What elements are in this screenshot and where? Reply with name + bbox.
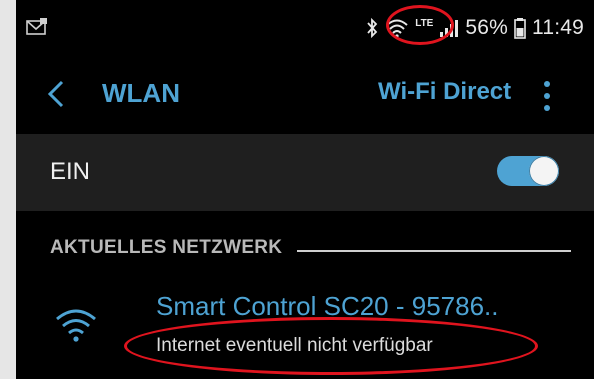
network-type-label: LTE: [415, 17, 434, 29]
section-divider: [297, 250, 571, 252]
more-vertical-icon[interactable]: [537, 78, 557, 112]
cellular-signal-icon: [440, 20, 459, 37]
network-name: Smart Control SC20 - 95786..: [156, 291, 499, 321]
status-icons: LTE 56% 11:49: [365, 14, 584, 42]
current-network-item[interactable]: Smart Control SC20 - 95786.. Internet ev…: [16, 281, 594, 379]
envelope-icon: [26, 18, 47, 35]
section-header: AKTUELLES NETZWERK: [50, 237, 283, 258]
network-status: Internet eventuell nicht verfügbar: [156, 335, 433, 356]
wifi-direct-button[interactable]: Wi-Fi Direct: [378, 78, 511, 106]
clock-time: 11:49: [532, 16, 584, 39]
action-bar: WLAN Wi-Fi Direct: [16, 56, 594, 134]
chevron-left-icon[interactable]: [42, 78, 72, 110]
toggle-knob: [529, 156, 559, 186]
status-bar: LTE 56% 11:49: [16, 0, 594, 56]
wifi-signal-icon: [386, 19, 408, 38]
wifi-icon: [56, 309, 96, 342]
page-title: WLAN: [102, 78, 180, 108]
bluetooth-icon: [367, 17, 378, 39]
wlan-toggle-label: EIN: [50, 158, 91, 185]
current-network-section: AKTUELLES NETZWERK Smart Control SC20 - …: [16, 211, 594, 379]
phone-screen: LTE 56% 11:49 WLAN Wi-Fi Direct EIN AKTU…: [16, 0, 594, 379]
battery-percent: 56%: [465, 16, 508, 39]
wlan-toggle-switch[interactable]: [497, 156, 559, 186]
battery-icon: [514, 18, 526, 39]
wlan-toggle-row[interactable]: EIN: [16, 134, 594, 211]
